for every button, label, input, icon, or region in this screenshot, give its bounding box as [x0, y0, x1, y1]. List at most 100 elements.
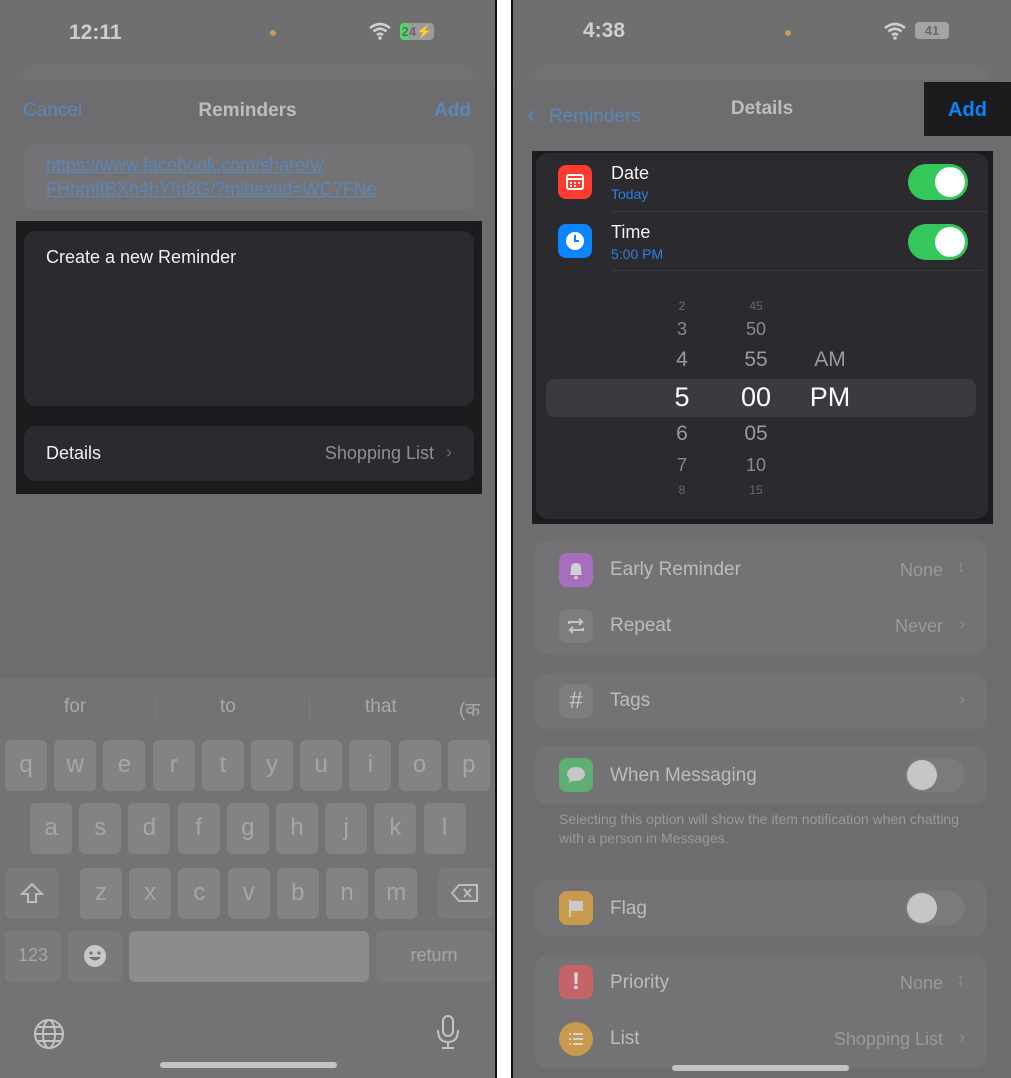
key-x[interactable]: x [129, 868, 172, 919]
key-z[interactable]: z [80, 868, 122, 919]
globe-icon[interactable] [33, 1018, 65, 1050]
tags-row[interactable]: # Tags › [535, 673, 987, 729]
key-w[interactable]: w [54, 740, 97, 791]
picker-hour[interactable]: 7 [657, 455, 707, 476]
flag-row: Flag [535, 880, 987, 936]
key-o[interactable]: o [398, 740, 441, 791]
priority-value[interactable]: None [900, 973, 943, 994]
date-time-card: Date Today Time 5:00 PM 2 3 4 5 6 7 8 45 50 55 00 0… [536, 153, 988, 519]
suggestion[interactable]: for [64, 696, 86, 718]
list-value[interactable]: Shopping List [834, 1029, 943, 1050]
key-h[interactable]: h [276, 803, 318, 854]
repeat-value[interactable]: Never [895, 616, 943, 637]
add-button[interactable]: Add [434, 100, 471, 122]
suggestion[interactable]: to [220, 696, 236, 718]
date-value[interactable]: Today [611, 186, 648, 202]
home-indicator[interactable] [672, 1065, 849, 1071]
picker-minute[interactable]: 10 [731, 455, 781, 476]
return-key[interactable]: return [376, 931, 492, 982]
key-p[interactable]: p [447, 740, 490, 791]
key-r[interactable]: r [152, 740, 195, 791]
key-l[interactable]: l [423, 803, 466, 854]
early-reminder-value[interactable]: None [900, 560, 943, 581]
key-u[interactable]: u [300, 740, 343, 791]
delete-key[interactable] [438, 868, 492, 919]
numbers-key[interactable]: 123 [5, 931, 61, 982]
key-j[interactable]: j [325, 803, 368, 854]
chevron-right-icon: › [446, 442, 452, 462]
details-row[interactable]: Details Shopping List › [24, 426, 474, 481]
details-label: Details [46, 443, 102, 463]
key-i[interactable]: i [349, 740, 392, 791]
key-t[interactable]: t [201, 740, 244, 791]
key-c[interactable]: c [178, 868, 221, 919]
space-bar[interactable] [129, 931, 369, 982]
key-k[interactable]: k [374, 803, 417, 854]
clock-icon [558, 224, 592, 258]
url-link-line1[interactable]: https://www.facebook.com/share/v/ [46, 153, 452, 177]
picker-hour[interactable]: 6 [657, 422, 707, 446]
url-field[interactable]: https://www.facebook.com/share/v/ FHhmIt… [24, 144, 474, 210]
add-button[interactable]: Add [924, 82, 1011, 136]
priority-label: Priority [610, 972, 670, 993]
when-messaging-toggle[interactable] [905, 758, 965, 792]
battery-indicator: 24⚡ [400, 23, 434, 40]
picker-minute[interactable]: 50 [731, 319, 781, 340]
picker-hour[interactable]: 2 [657, 299, 707, 313]
key-s[interactable]: s [79, 803, 122, 854]
flag-toggle[interactable] [905, 891, 965, 925]
key-b[interactable]: b [276, 868, 319, 919]
camera-indicator-icon [270, 30, 276, 36]
emoji-icon [84, 945, 106, 967]
status-time: 4:38 [583, 19, 626, 42]
picker-minute[interactable]: 15 [731, 483, 781, 497]
reminder-title-input[interactable]: Create a new Reminder [24, 231, 474, 406]
picker-period[interactable]: AM [800, 348, 860, 372]
flag-icon [559, 891, 593, 925]
key-e[interactable]: e [103, 740, 146, 791]
picker-minute[interactable]: 00 [731, 382, 781, 413]
chevron-right-icon: › [959, 614, 965, 633]
key-m[interactable]: m [375, 868, 418, 919]
emoji-key[interactable] [68, 931, 122, 982]
time-value[interactable]: 5:00 PM [611, 246, 663, 262]
url-link-line2[interactable]: FHhmItBXh4hYIh8G/?mibextid=WC7FNe [46, 177, 452, 201]
picker-hour[interactable]: 4 [657, 348, 707, 372]
nav-bar: Cancel Reminders Add [0, 98, 495, 128]
details-list-value: Shopping List [324, 443, 434, 463]
key-q[interactable]: q [5, 740, 47, 791]
key-v[interactable]: v [227, 868, 270, 919]
wifi-icon [884, 22, 906, 40]
highlighted-region: Create a new Reminder Details Shopping L… [16, 221, 482, 494]
key-y[interactable]: y [251, 740, 293, 791]
status-time: 12:11 [69, 21, 122, 44]
status-bar: 12:11 24⚡ [0, 0, 495, 65]
key-a[interactable]: a [30, 803, 72, 854]
list-icon [559, 1022, 593, 1056]
key-g[interactable]: g [226, 803, 269, 854]
key-n[interactable]: n [326, 868, 368, 919]
picker-hour[interactable]: 3 [657, 319, 707, 340]
when-messaging-footnote: Selecting this option will show the item… [559, 811, 959, 846]
shift-key[interactable] [5, 868, 59, 919]
picker-period[interactable]: PM [800, 382, 860, 413]
backspace-icon [450, 884, 478, 902]
key-d[interactable]: d [128, 803, 171, 854]
bell-icon [559, 553, 593, 587]
picker-hour[interactable]: 8 [657, 483, 707, 497]
date-toggle[interactable] [908, 164, 968, 200]
language-suggestion[interactable]: (क [459, 696, 480, 722]
picker-hour[interactable]: 5 [657, 382, 707, 413]
time-toggle[interactable] [908, 224, 968, 260]
calendar-icon [558, 165, 592, 199]
time-label: Time [611, 222, 651, 242]
home-indicator[interactable] [160, 1062, 337, 1068]
picker-minute[interactable]: 55 [731, 348, 781, 372]
key-f[interactable]: f [177, 803, 220, 854]
picker-minute[interactable]: 45 [731, 299, 781, 313]
up-down-chevron-icon: ↕ [956, 970, 966, 989]
suggestion[interactable]: that [365, 696, 397, 718]
microphone-icon[interactable] [435, 1014, 461, 1050]
when-messaging-row: When Messaging [535, 746, 987, 804]
picker-minute[interactable]: 05 [731, 422, 781, 446]
